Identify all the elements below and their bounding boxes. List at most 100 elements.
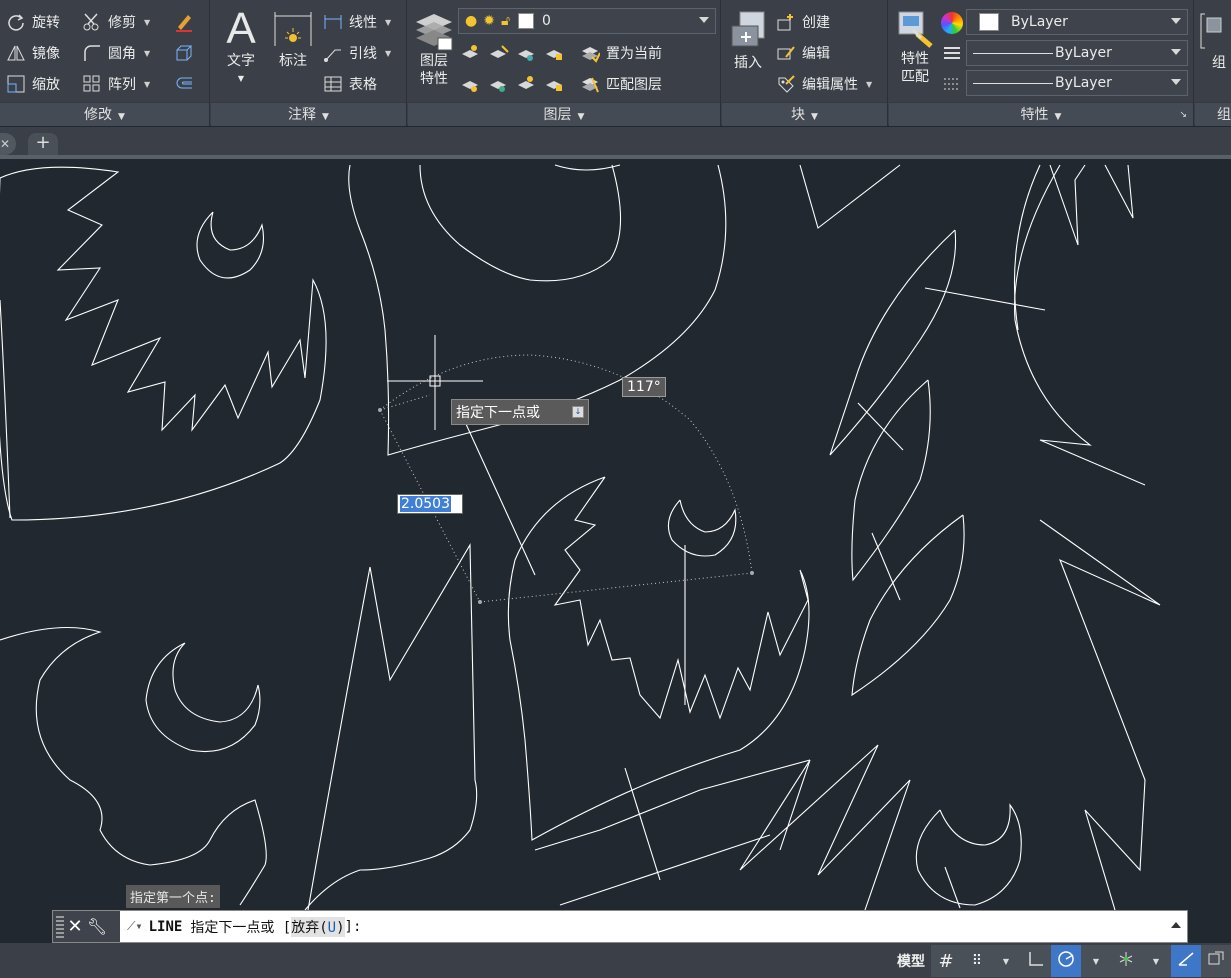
osnap-tracking-toggle[interactable] — [1171, 945, 1201, 977]
lineweight-dropdown[interactable]: ByLayer — [966, 70, 1188, 96]
options-down-arrow-icon[interactable]: ↓ — [572, 406, 584, 418]
annotation-panel-title[interactable]: 注释 ▼ — [211, 102, 406, 126]
properties-panel-title[interactable]: 特性 ▼ ↘ — [889, 102, 1193, 126]
mirror-button[interactable]: 镜像 — [6, 40, 60, 66]
command-suffix: ]: — [344, 918, 362, 935]
model-space-button[interactable]: 模型 — [891, 945, 931, 977]
text-button[interactable]: A 文字 ▼ — [219, 6, 263, 88]
array-caret[interactable]: ▼ — [144, 80, 150, 89]
undo-option-key: U — [327, 919, 337, 936]
create-block-icon — [776, 12, 796, 32]
dimension-label: 标注 — [279, 53, 307, 69]
erase-button[interactable] — [174, 9, 200, 35]
snap-dropdown[interactable]: ▼ — [991, 945, 1021, 977]
object-snap-icon — [1207, 950, 1225, 972]
group-button[interactable]: 组 — [1199, 8, 1231, 72]
table-label: 表格 — [349, 77, 377, 93]
length-input[interactable]: 2.0503 — [397, 494, 463, 514]
lineweight-icon[interactable] — [942, 75, 962, 95]
isodraft-toggle[interactable] — [1111, 945, 1141, 977]
array-button[interactable]: 阵列 ▼ — [82, 71, 150, 97]
linetype-dropdown[interactable]: ByLayer — [966, 40, 1188, 66]
match-properties-icon — [891, 8, 939, 50]
trim-button[interactable]: 修剪 ▼ — [82, 9, 150, 35]
dynamic-prompt-tooltip: 指定下一点或 ↓ — [451, 399, 589, 425]
linear-button[interactable]: 线性 ▼ — [323, 9, 391, 35]
polar-toggle[interactable] — [1051, 945, 1081, 977]
isodraft-caret-icon: ▼ — [1152, 956, 1160, 966]
edit-attributes-button[interactable]: 编辑属性 ▼ — [776, 71, 872, 97]
3d-box-button[interactable] — [174, 40, 200, 66]
fillet-caret[interactable]: ▼ — [144, 49, 150, 58]
angle-readout[interactable]: 117° — [622, 377, 666, 397]
wrench-icon[interactable]: 🔧︎ — [86, 917, 108, 936]
scale-button[interactable]: 缩放 — [6, 71, 60, 97]
fillet-label: 圆角 — [108, 46, 136, 62]
history-prompt-text: 指定第一个点: — [130, 891, 216, 906]
trim-caret[interactable]: ▼ — [144, 18, 150, 27]
block-panel-title[interactable]: 块 ▼ — [722, 102, 887, 126]
close-icon[interactable]: ✕ — [64, 916, 86, 937]
status-tools: 模型 # ⠿ ▼ ▼ ▼ — [891, 945, 1231, 977]
match-layer-icon — [580, 74, 600, 94]
object-snap-tracking-icon — [1177, 950, 1195, 972]
leader-button[interactable]: 引线 ▼ — [323, 40, 391, 66]
edit-block-label: 编辑 — [802, 46, 830, 62]
tab-close-button[interactable]: ✕ — [0, 133, 16, 155]
new-tab-button[interactable]: + — [28, 133, 58, 155]
group-panel: 组 组 — [1195, 0, 1231, 126]
ortho-toggle[interactable] — [1021, 945, 1051, 977]
command-icon[interactable]: ⟋▾ — [127, 919, 143, 934]
linetype-sample — [973, 52, 1053, 54]
rotate-button[interactable]: 旋转 — [6, 9, 60, 35]
color-value: ByLayer — [1011, 14, 1068, 30]
fillet-icon — [82, 43, 102, 63]
linetype-icon[interactable] — [942, 44, 962, 64]
edit-attributes-caret[interactable]: ▼ — [866, 80, 872, 89]
offset-button[interactable] — [174, 71, 200, 97]
snap-dots-icon: ⠿ — [971, 953, 982, 969]
command-prompt: 指定下一点或 [ — [190, 919, 292, 936]
snap-toggle[interactable]: ⠿ — [961, 945, 991, 977]
match-properties-button[interactable]: 特性 匹配 — [891, 8, 939, 86]
leader-caret[interactable]: ▼ — [385, 49, 391, 58]
linetype-dropdown-arrow — [1171, 49, 1181, 55]
command-input[interactable]: ⟋▾ LINE 指定下一点或 [ 放弃(U) ]: — [123, 911, 1167, 942]
polar-dropdown[interactable]: ▼ — [1081, 945, 1111, 977]
command-history-arrow-icon[interactable] — [1171, 922, 1181, 928]
layers-panel-title[interactable]: 图层 ▼ — [408, 102, 720, 126]
make-current-icon — [580, 43, 601, 63]
group-panel-title[interactable]: 组 — [1195, 102, 1231, 126]
isodraft-icon — [1117, 950, 1135, 972]
modify-panel-title[interactable]: 修改 ▼ — [0, 102, 209, 126]
plus-icon: + — [35, 132, 51, 153]
layer-properties-button[interactable]: 图层 特性 — [412, 8, 456, 88]
block-panel: 插入 创建 编辑 编辑属性 ▼ 块 ▼ — [722, 0, 888, 126]
undo-option[interactable]: 放弃(U) — [291, 916, 345, 937]
drawing-canvas[interactable]: 指定下一点或 ↓ 117° 2.0503 — [0, 163, 1231, 943]
grid-toggle[interactable]: # — [931, 945, 961, 977]
isodraft-dropdown[interactable]: ▼ — [1141, 945, 1171, 977]
dimension-button[interactable]: 标注 — [271, 6, 315, 70]
unlock-icon: 🔓︎ — [500, 13, 511, 29]
fillet-button[interactable]: 圆角 ▼ — [82, 40, 150, 66]
scale-label: 缩放 — [32, 77, 60, 93]
lineweight-value: ByLayer — [1055, 75, 1112, 91]
osnap-toggle[interactable] — [1201, 945, 1231, 977]
match-layer-button[interactable]: 匹配图层 — [580, 71, 662, 97]
edit-block-button[interactable]: 编辑 — [776, 40, 830, 66]
scale-icon — [6, 74, 26, 94]
make-current-button[interactable]: 置为当前 — [580, 40, 662, 66]
leader-icon — [323, 43, 343, 63]
panel-launcher-icon[interactable]: ↘ — [1179, 103, 1187, 127]
insert-button[interactable]: 插入 — [726, 8, 770, 72]
color-wheel-icon[interactable] — [941, 12, 963, 34]
linetype-value: ByLayer — [1055, 45, 1112, 61]
table-button[interactable]: 表格 — [323, 71, 377, 97]
layer-dropdown[interactable]: ● ✹ 🔓︎ 0 — [458, 8, 716, 34]
create-block-button[interactable]: 创建 — [776, 9, 830, 35]
linear-caret[interactable]: ▼ — [385, 18, 391, 27]
drag-grip-icon[interactable] — [56, 915, 64, 938]
modify-panel: 旋转 修剪 ▼ 镜像 圆角 ▼ 缩放 阵列 ▼ 修改 ▼ — [0, 0, 210, 126]
color-dropdown[interactable]: ByLayer — [966, 9, 1188, 35]
